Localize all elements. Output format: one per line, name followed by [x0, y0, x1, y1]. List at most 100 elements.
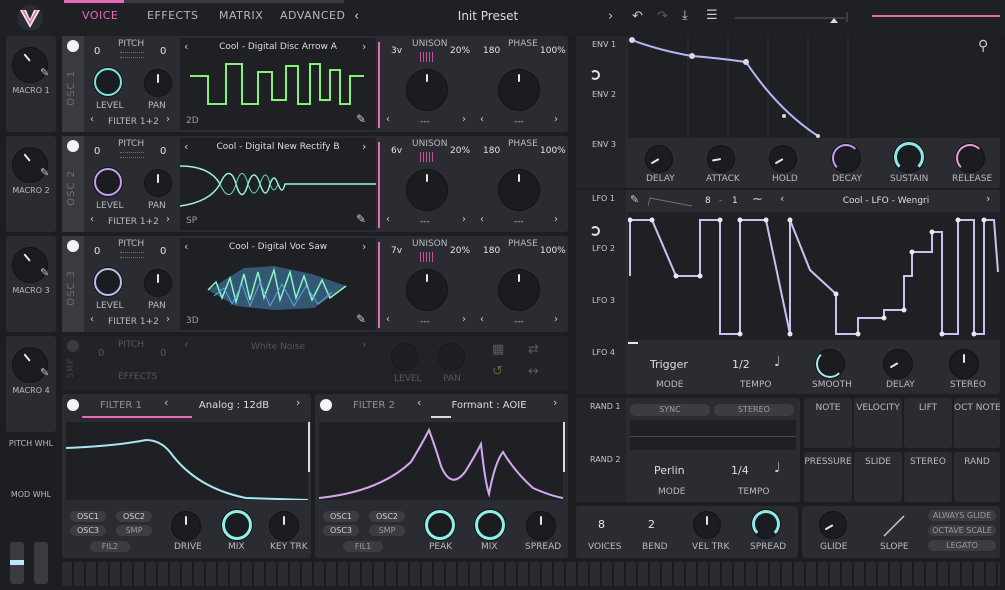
osc-3-spectral-knob[interactable] — [499, 270, 539, 310]
keyboard[interactable] — [62, 562, 1000, 586]
always-glide-toggle[interactable]: ALWAYS GLIDE — [928, 510, 996, 521]
osc-1-pan-knob[interactable] — [145, 70, 171, 96]
osc-2-distortion-knob[interactable] — [407, 170, 447, 210]
wave-next-icon[interactable]: › — [362, 40, 366, 53]
osc-1-toggle[interactable] — [67, 40, 79, 52]
mod-source-stereo[interactable]: STEREO — [904, 452, 952, 502]
lfo-trigger-mode[interactable]: Trigger — [650, 358, 688, 371]
macro-2[interactable]: ✎ MACRO 2 — [6, 136, 56, 232]
tempo-note-icon[interactable]: ♩ — [774, 354, 781, 370]
env-attack-knob[interactable] — [708, 146, 734, 172]
lfo-stereo-knob[interactable] — [950, 350, 978, 378]
mod-source-note[interactable]: NOTE — [804, 398, 852, 448]
filter-2-response[interactable] — [318, 422, 564, 500]
filter-type-prev-icon[interactable]: ‹ — [417, 396, 421, 409]
tab-advanced[interactable]: ADVANCED — [280, 9, 345, 22]
chevron-left-icon[interactable]: ‹ — [480, 214, 484, 225]
random-icon[interactable]: ⇄ — [528, 342, 539, 357]
osc-3-tune[interactable]: 0 — [160, 246, 166, 257]
lfo-preset-next-icon[interactable]: › — [986, 192, 990, 205]
osc-1-unison-voices[interactable]: 3v — [391, 46, 402, 56]
osc-2-unison-voices[interactable]: 6v — [391, 146, 402, 156]
osc-1-spectral-type[interactable]: --- — [514, 117, 524, 127]
sampler-name[interactable]: White Noise — [198, 342, 358, 352]
env-delay-knob[interactable] — [646, 146, 672, 172]
legato-toggle[interactable]: LEGATO — [928, 540, 996, 551]
osc-3-unison-voices[interactable]: 7v — [391, 246, 402, 256]
osc-2-filter-route[interactable]: FILTER 1+2 — [108, 217, 159, 227]
osc-2-level-knob[interactable] — [94, 168, 122, 196]
chevron-left-icon[interactable]: ‹ — [386, 214, 390, 225]
osc-2-view-mode[interactable]: SP — [186, 216, 197, 226]
lfo-shape-icon[interactable] — [648, 196, 692, 208]
filter-2-mix-knob[interactable] — [475, 510, 505, 540]
rand-type[interactable]: Perlin — [654, 464, 685, 477]
osc-2-pan-knob[interactable] — [145, 170, 171, 196]
edit-icon[interactable]: ✎ — [356, 212, 366, 226]
lfo-2-tab[interactable]: LFO 2 — [592, 244, 615, 253]
env-3-tab[interactable]: ENV 3 — [592, 140, 616, 149]
bend-value[interactable]: 2 — [648, 518, 655, 531]
lfo-delay-knob[interactable] — [884, 350, 912, 378]
filter-1-type[interactable]: Analog : 12dB — [178, 400, 290, 411]
chevron-left-icon[interactable]: ‹ — [90, 214, 94, 225]
glide-slope-icon[interactable] — [882, 514, 906, 538]
osc-2-spectral-knob[interactable] — [499, 170, 539, 210]
menu-icon[interactable]: ☰ — [706, 8, 718, 23]
tempo-note-icon[interactable]: ♩ — [774, 460, 781, 476]
mod-source-lift[interactable]: LIFT — [904, 398, 952, 448]
preset-next-icon[interactable]: › — [608, 9, 613, 24]
tab-effects[interactable]: EFFECTS — [147, 9, 198, 22]
mod-source-oct-note[interactable]: OCT NOTE — [954, 398, 1001, 448]
sampler-transpose[interactable]: 0 — [98, 348, 104, 359]
volume-meter[interactable] — [872, 15, 1000, 17]
osc-1-phase[interactable]: 180 — [483, 46, 500, 56]
env-1-graph[interactable]: ⚲ — [628, 36, 1000, 138]
mod-wheel[interactable] — [34, 542, 48, 584]
sample-prev-icon[interactable]: ‹ — [184, 338, 188, 351]
chevron-right-icon[interactable]: › — [554, 314, 558, 325]
save-icon[interactable]: ⤓ — [682, 8, 688, 23]
chevron-right-icon[interactable]: › — [166, 114, 170, 125]
sampler-tune[interactable]: 0 — [160, 348, 166, 359]
lfo-phase-marker[interactable] — [628, 342, 638, 344]
osc-1-distortion-type[interactable]: --- — [420, 117, 430, 127]
osc-1-transpose[interactable]: 0 — [94, 46, 100, 57]
edit-icon[interactable]: ✎ — [40, 66, 49, 79]
osc-2-wave-name[interactable]: Cool - Digital New Rectify B — [196, 142, 360, 152]
chevron-right-icon[interactable]: › — [554, 214, 558, 225]
osc-3-view-mode[interactable]: 3D — [186, 316, 199, 326]
filter-1-osc2-button[interactable]: OSC2 — [116, 511, 152, 522]
osc-1-level-knob[interactable] — [94, 68, 122, 96]
undo-icon[interactable]: ↶ — [632, 9, 643, 24]
sampler-level-knob[interactable] — [392, 344, 418, 370]
mod-source-rand[interactable]: RAND — [954, 452, 1000, 502]
lfo-grid-x[interactable]: 8 — [705, 196, 711, 206]
filter-1-keytrack-knob[interactable] — [270, 512, 298, 540]
filter-type-next-icon[interactable]: › — [296, 396, 300, 409]
edit-icon[interactable]: ✎ — [40, 366, 49, 379]
octave-scale-toggle[interactable]: OCTAVE SCALE — [928, 525, 996, 536]
loop-icon[interactable]: ↺ — [492, 364, 503, 379]
preset-name[interactable]: Init Preset — [420, 9, 556, 23]
filter-1-osc1-button[interactable]: OSC1 — [70, 511, 106, 522]
osc-2-tune[interactable]: 0 — [160, 146, 166, 157]
lfo-1-drag-handle-icon[interactable] — [590, 226, 600, 236]
filter-2-osc2-button[interactable]: OSC2 — [369, 511, 405, 522]
chevron-right-icon[interactable]: › — [166, 214, 170, 225]
voices-value[interactable]: 8 — [598, 518, 605, 531]
filter-2-toggle[interactable] — [320, 399, 332, 411]
filter-2-spread-knob[interactable] — [527, 512, 555, 540]
osc-1-filter-route[interactable]: FILTER 1+2 — [108, 117, 159, 127]
filter-1-mix-knob[interactable] — [222, 510, 252, 540]
mod-source-pressure[interactable]: PRESSURE — [804, 452, 852, 502]
tab-matrix[interactable]: MATRIX — [219, 9, 263, 22]
osc-3-distortion-type[interactable]: --- — [420, 317, 430, 327]
filter-1-fil2-button[interactable]: FIL2 — [90, 541, 130, 552]
osc-3-distortion-knob[interactable] — [407, 270, 447, 310]
curve-tool-icon[interactable]: ∼ — [752, 192, 763, 207]
filter-1-drive-knob[interactable] — [172, 512, 200, 540]
filter-2-blend[interactable] — [431, 416, 451, 418]
chevron-left-icon[interactable]: ‹ — [480, 314, 484, 325]
chevron-right-icon[interactable]: › — [462, 214, 466, 225]
